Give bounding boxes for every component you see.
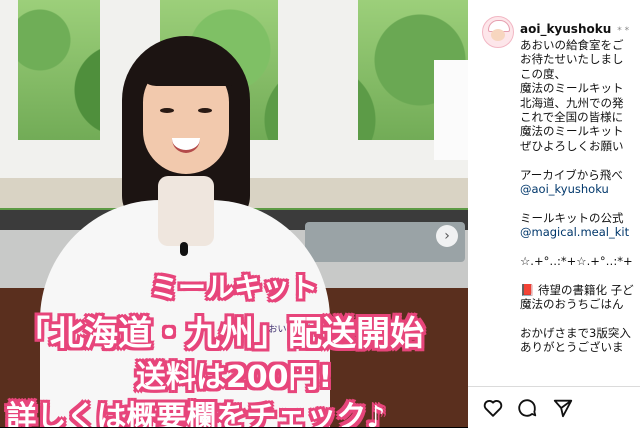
username-link[interactable]: aoi_kyushoku (520, 22, 611, 36)
more-options-icon[interactable]: * * (617, 26, 629, 36)
username-row: aoi_kyushoku * * (520, 22, 629, 36)
caption-line (520, 268, 640, 282)
video-caption-details: 詳しくは概要欄をチェック♪ (6, 400, 386, 427)
eye (198, 108, 212, 113)
post-media[interactable]: あおいの給食室 ミールキット 「北海道・九州」配送開始 送料は200円! 詳しく… (0, 0, 468, 427)
caption-line: おかげさまで3版突入 (520, 325, 631, 340)
avatar-face (491, 29, 505, 41)
caption-line: ミールキットの公式 (520, 210, 624, 225)
avatar[interactable] (482, 16, 514, 48)
caption-line (520, 153, 640, 167)
caption-line: 魔法のミールキット (520, 81, 624, 96)
paper-towel (434, 60, 468, 160)
caption-line (520, 311, 640, 325)
caption-line: 北海道、九州での発 (520, 95, 624, 110)
video-caption-shipping: 送料は200円! (135, 360, 333, 395)
caption-line: お待たせいたしまし (520, 52, 624, 67)
caption-line: 魔法のおうちごはん (520, 297, 624, 312)
caption-line: 魔法のミールキット (520, 124, 624, 139)
caption-line: ぜひよろしくお願い (520, 138, 624, 153)
caption-line: この度、 (520, 66, 566, 81)
caption-line (520, 196, 640, 210)
caption-line: これで全国の皆様に (520, 109, 624, 124)
person-bangs (138, 46, 234, 86)
caption-line: あおいの給食室をご (520, 38, 624, 52)
caption-line (520, 239, 640, 253)
caption-line: アーカイブから飛べ (520, 167, 623, 182)
eye (160, 108, 174, 113)
share-icon[interactable] (552, 397, 574, 419)
post-side-panel: aoi_kyushoku * * あおいの給食室をご お待たせいたしまし この度、 魔法… (468, 0, 640, 428)
caption-line: ありがとうございま (520, 340, 624, 355)
caption-line[interactable]: @aoi_kyushoku (520, 182, 640, 196)
caption-line: 📕 待望の書籍化 子ど (520, 282, 634, 297)
lapel-mic (180, 242, 188, 256)
heart-icon[interactable] (482, 397, 504, 419)
next-slide-button[interactable]: › (436, 225, 458, 247)
post-caption: あおいの給食室をご お待たせいたしまし この度、 魔法のミールキット 北海道、九州での発… (520, 38, 640, 355)
comment-icon[interactable] (516, 397, 538, 419)
caption-line: ☆.+°‥:*+☆.+°‥:*+ (520, 253, 633, 268)
video-caption-regions: 「北海道・九州」配送開始 (16, 314, 424, 354)
action-bar (468, 386, 640, 428)
caption-line[interactable]: @magical.meal_kit (520, 225, 640, 239)
person-blouse (158, 176, 214, 246)
video-caption-title: ミールキット (149, 271, 318, 304)
